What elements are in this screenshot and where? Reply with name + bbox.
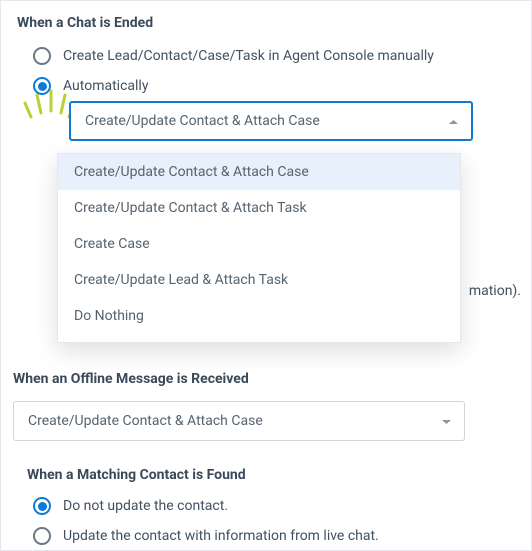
offline-action-value: Create/Update Contact & Attach Case [28,413,263,429]
radio-row-automatic[interactable]: Automatically [13,71,519,101]
radio-update-label: Update the contact with information from… [63,528,379,544]
radio-automatic-icon [33,77,51,95]
chat-ended-action-dropdown: Create/Update Contact & Attach Case Crea… [57,153,461,343]
offline-action-block: Create/Update Contact & Attach Case [13,401,465,441]
radio-row-update[interactable]: Update the contact with information from… [13,521,519,551]
chevron-down-icon [441,413,452,429]
dropdown-option[interactable]: Create Case [58,226,460,262]
radio-no-update-icon [33,497,51,515]
dropdown-option[interactable]: Do Nothing [58,298,460,334]
section-chat-ended-title: When a Chat is Ended [17,15,519,31]
radio-automatic-label: Automatically [63,78,148,94]
radio-manual-label: Create Lead/Contact/Case/Task in Agent C… [63,48,434,64]
dropdown-option[interactable]: Create/Update Contact & Attach Case [58,154,460,190]
chat-ended-action-value: Create/Update Contact & Attach Case [85,113,320,129]
section-offline-title: When an Offline Message is Received [13,371,519,387]
radio-no-update-label: Do not update the contact. [63,498,228,514]
radio-update-icon [33,527,51,545]
radio-row-no-update[interactable]: Do not update the contact. [13,491,519,521]
chevron-up-icon [448,113,459,129]
chat-ended-action-select[interactable]: Create/Update Contact & Attach Case [69,101,473,141]
radio-manual-icon [33,47,51,65]
offline-action-select[interactable]: Create/Update Contact & Attach Case [13,401,465,441]
chat-ended-action-block: Create/Update Contact & Attach Case [69,101,473,141]
dropdown-option[interactable]: Create/Update Lead & Attach Task [58,262,460,298]
radio-row-manual[interactable]: Create Lead/Contact/Case/Task in Agent C… [13,41,519,71]
settings-panel: When a Chat is Ended Create Lead/Contact… [0,0,532,551]
section-matching-contact-title: When a Matching Contact is Found [27,467,519,483]
dropdown-option[interactable]: Create/Update Contact & Attach Task [58,190,460,226]
obscured-text-fragment: mation). [469,283,521,299]
